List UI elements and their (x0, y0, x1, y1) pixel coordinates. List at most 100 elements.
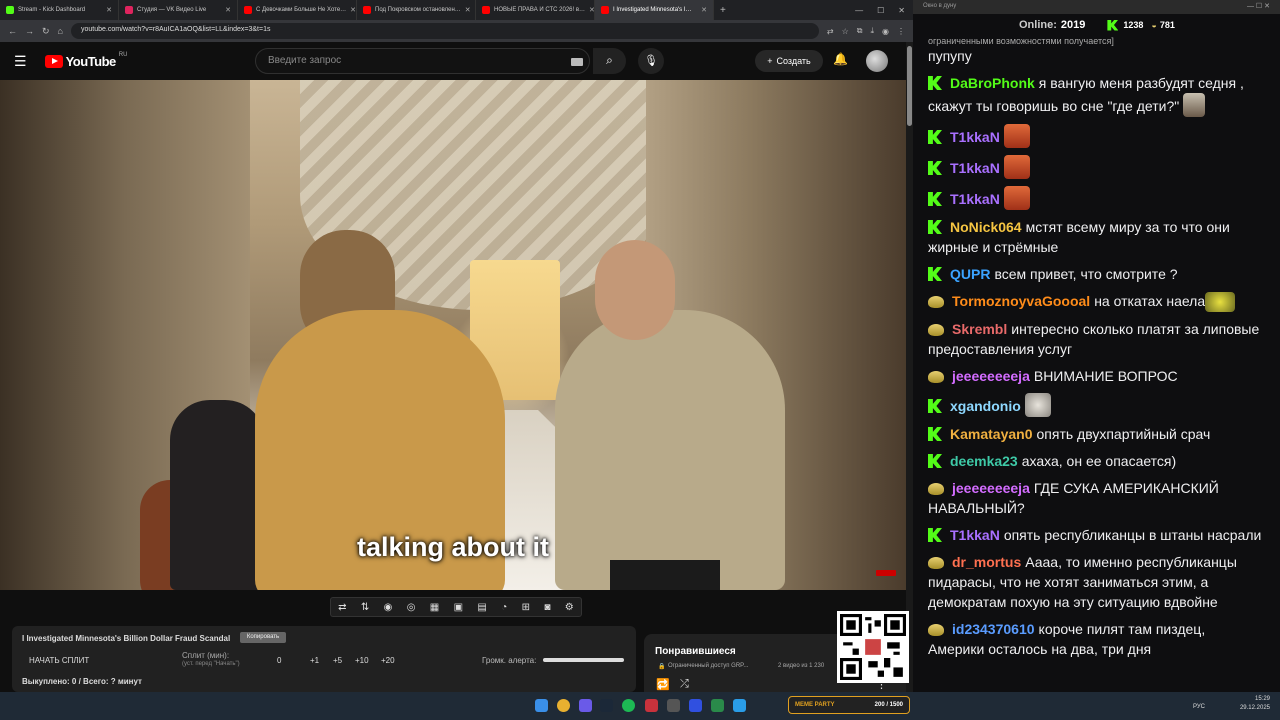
extensions-icon[interactable]: ⧉ (857, 26, 863, 36)
chat-message-list[interactable]: ограниченными возможностями получается] … (913, 36, 1268, 692)
video-player[interactable]: talking about it (0, 80, 906, 590)
profile-icon[interactable]: ◉ (882, 27, 889, 36)
add-1-button[interactable]: +1 (310, 656, 319, 665)
copy-button[interactable]: Копировать (240, 632, 286, 643)
hamburger-menu-icon[interactable]: ☰ (14, 53, 27, 70)
reload-icon[interactable]: ↻ (42, 26, 50, 37)
tab-vk-studio[interactable]: Студия — VK Видео Live ✕ (119, 0, 238, 20)
tab-stream-kick[interactable]: Stream - Kick Dashboard ✕ (0, 0, 119, 20)
calendar-icon[interactable]: ▦ (430, 602, 439, 613)
menu-dots-icon[interactable]: ⋮ (897, 27, 905, 36)
close-tab-icon[interactable]: ✕ (225, 6, 231, 14)
close-window-icon[interactable]: ✕ (898, 6, 905, 15)
chat-username[interactable]: jeeeeeeeeja (952, 480, 1030, 496)
voice-search-button[interactable]: 🎙 (638, 48, 664, 74)
telegram-icon[interactable] (733, 699, 746, 712)
url-field[interactable]: youtube.com/watch?v=r8AuICA1aOQ&list=LL&… (70, 23, 819, 39)
alert-volume-slider[interactable] (543, 658, 624, 662)
steam-icon[interactable] (600, 699, 613, 712)
chat-username[interactable]: Skrembl (952, 321, 1007, 337)
minimize-icon[interactable]: — (855, 6, 863, 15)
maximize-icon[interactable]: ☐ (877, 6, 884, 15)
home-icon[interactable]: ⌂ (58, 26, 63, 36)
close-tab-icon[interactable]: ✕ (465, 6, 471, 14)
tab-video-4[interactable]: Под Покровском остановлен… ✕ (357, 0, 476, 20)
avatar[interactable] (866, 50, 888, 72)
system-clock[interactable]: 15:29 29.12.2025 (1240, 695, 1270, 713)
spotify-icon[interactable] (622, 699, 635, 712)
page-scrollbar[interactable] (906, 42, 913, 692)
picture-in-picture-icon[interactable]: ▣ (454, 602, 463, 613)
chat-message-text: опять двухпартийный срач (1036, 426, 1211, 442)
youtube-favicon-icon (363, 6, 371, 14)
chat-username[interactable]: T1kkaN (950, 160, 1000, 176)
tab-title: Stream - Kick Dashboard (18, 7, 86, 13)
tab-title: НОВЫЕ ПРАВА И СТС 2026! в… (494, 7, 586, 13)
youtube-logo[interactable]: YouTube RU (44, 52, 127, 69)
start-menu-icon[interactable] (535, 699, 548, 712)
video-app-icon[interactable] (689, 699, 702, 712)
download-icon[interactable]: ⤓ (870, 26, 874, 36)
add-clip-icon[interactable]: ⊞ (522, 602, 530, 613)
search-input[interactable]: Введите запрос (255, 48, 590, 74)
repeat-icon[interactable]: 🔁 (656, 678, 670, 691)
youtube-favicon-icon (244, 6, 252, 14)
chat-message: TormoznoyvaGoooal на откатах наела (928, 291, 1262, 312)
youtube-favicon-icon (601, 6, 609, 14)
new-tab-icon[interactable]: + (720, 5, 726, 16)
dog-badge-icon (928, 296, 944, 308)
chat-username[interactable]: TormoznoyvaGoooal (952, 293, 1090, 309)
discord-icon[interactable] (579, 699, 592, 712)
files-icon[interactable] (711, 699, 724, 712)
chrome-icon[interactable] (557, 699, 570, 712)
chat-username[interactable]: jeeeeeeeeja (952, 368, 1030, 384)
chat-username[interactable]: Kamatayan0 (950, 426, 1033, 442)
sort-icon[interactable]: ⇅ (361, 602, 369, 613)
broadcast-icon[interactable]: ◉ (384, 602, 393, 613)
obs-icon[interactable] (645, 699, 658, 712)
chat-username[interactable]: id234370610 (952, 621, 1035, 637)
tab-active-video[interactable]: I Investigated Minnesota's I… ✕ (595, 0, 714, 20)
back-icon[interactable]: ← (8, 26, 17, 36)
notifications-bell-icon[interactable]: 🔔 (833, 52, 848, 66)
shuffle-icon[interactable]: ⤮ (680, 678, 689, 691)
chat-window-controls[interactable]: — ☐ ✕ (1247, 2, 1270, 10)
start-split-button[interactable]: НАЧАТЬ СПЛИТ (29, 656, 89, 665)
split-value-input[interactable]: 0 (277, 656, 281, 665)
chat-username[interactable]: DaBroPhonk (950, 75, 1035, 91)
close-tab-icon[interactable]: ✕ (701, 6, 707, 14)
language-indicator[interactable]: РУС (1193, 704, 1205, 710)
chat-username[interactable]: deemka23 (950, 453, 1018, 469)
chat-username[interactable]: xgandonio (950, 398, 1021, 414)
create-button[interactable]: + Создать (755, 50, 823, 72)
app-icon[interactable] (667, 699, 680, 712)
speed-icon[interactable]: ◔ (501, 602, 507, 613)
kick-badge-icon (928, 161, 942, 175)
chat-username[interactable]: QUPR (950, 266, 990, 282)
filmstrip-icon[interactable]: ▤ (477, 602, 486, 613)
scrollbar-thumb[interactable] (907, 46, 912, 126)
kick-badge-icon (928, 192, 942, 206)
close-tab-icon[interactable]: ✕ (350, 6, 356, 14)
translate-icon[interactable]: ⇄ (827, 27, 834, 36)
chat-scrollbar[interactable] (1268, 36, 1280, 692)
view-icon[interactable]: ◎ (407, 602, 416, 613)
tab-video-3[interactable]: С Девочками Больше Не Хоте… ✕ (238, 0, 357, 20)
tab-video-5[interactable]: НОВЫЕ ПРАВА И СТС 2026! в… ✕ (476, 0, 595, 20)
screenshot-icon[interactable]: ◙ (544, 602, 550, 613)
chat-username[interactable]: T1kkaN (950, 191, 1000, 207)
forward-icon[interactable]: → (25, 26, 34, 36)
add-20-button[interactable]: +20 (381, 656, 395, 665)
settings-gear-icon[interactable]: ⚙ (565, 602, 574, 613)
search-button[interactable]: ⌕ (593, 48, 626, 74)
keyboard-icon[interactable] (571, 58, 583, 66)
close-tab-icon[interactable]: ✕ (106, 6, 112, 14)
bookmark-star-icon[interactable]: ☆ (842, 27, 849, 36)
chat-username[interactable]: dr_mortus (952, 554, 1021, 570)
chat-username[interactable]: T1kkaN (950, 527, 1000, 543)
add-10-button[interactable]: +10 (355, 656, 369, 665)
chat-username[interactable]: T1kkaN (950, 129, 1000, 145)
add-5-button[interactable]: +5 (333, 656, 342, 665)
chat-username[interactable]: NoNick064 (950, 219, 1022, 235)
loop-icon[interactable]: ⇄ (338, 602, 346, 613)
